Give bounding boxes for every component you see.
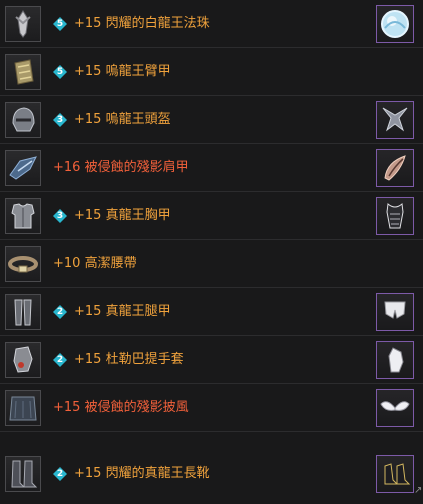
gem-slot-badge: 3	[53, 209, 67, 223]
corset-icon[interactable]	[376, 197, 414, 235]
heels-icon[interactable]	[376, 455, 414, 493]
gem-slot-badge: 2	[53, 305, 67, 319]
leg-armor-icon[interactable]	[5, 294, 41, 330]
glove-icon[interactable]	[376, 341, 414, 379]
item-name: +10 高潔腰帶	[53, 256, 137, 271]
gem-count: 2	[56, 355, 64, 365]
gem-slot-badge: 2	[53, 353, 67, 367]
equipment-row-legs[interactable]: 2 +15 真龍王腿甲	[0, 288, 423, 336]
equipment-row-cloak[interactable]: +15 被侵蝕的殘影披風	[0, 384, 423, 432]
horned-helmet-icon[interactable]	[376, 101, 414, 139]
shorts-icon[interactable]	[376, 293, 414, 331]
gauntlet-icon[interactable]	[5, 342, 41, 378]
equipment-row-gloves[interactable]: 2 +15 杜勒巴提手套	[0, 336, 423, 384]
equipment-row-weapon-accessory[interactable]: 5 +15 閃耀的白龍王法珠	[0, 0, 423, 48]
gem-count: 3	[56, 115, 64, 125]
equipment-row-boots[interactable]: 2 +15 閃耀的真龍王長靴	[0, 432, 423, 504]
helmet-icon[interactable]	[5, 102, 41, 138]
equipment-row-bracer[interactable]: 5 +15 嗚龍王臂甲	[0, 48, 423, 96]
equipment-row-belt[interactable]: +10 高潔腰帶	[0, 240, 423, 288]
boots-icon[interactable]	[5, 456, 41, 492]
gem-count: 2	[56, 469, 64, 479]
item-name: +15 被侵蝕的殘影披風	[53, 400, 189, 415]
bracer-icon[interactable]	[5, 54, 41, 90]
equipment-row-shoulder[interactable]: +16 被侵蝕的殘影肩甲	[0, 144, 423, 192]
necklace-icon[interactable]	[5, 6, 41, 42]
gem-count: 5	[56, 67, 64, 77]
equipment-row-chest[interactable]: 3 +15 真龍王胸甲	[0, 192, 423, 240]
item-name: +15 嗚龍王頭盔	[74, 112, 171, 127]
item-name: +15 嗚龍王臂甲	[74, 64, 171, 79]
gem-count: 5	[56, 19, 64, 29]
chest-armor-icon[interactable]	[5, 198, 41, 234]
gem-slot-badge: 2	[53, 467, 67, 481]
equipment-list-panel: 5 +15 閃耀的白龍王法珠 5 +15 嗚龍王臂甲 3 +15 嗚龍王頭盔 +…	[0, 0, 423, 504]
item-name: +15 真龍王腿甲	[74, 304, 171, 319]
item-name: +15 杜勒巴提手套	[74, 352, 184, 367]
gem-slot-badge: 3	[53, 113, 67, 127]
wings-icon[interactable]	[376, 389, 414, 427]
orb-icon[interactable]	[376, 5, 414, 43]
item-name: +15 閃耀的真龍王長靴	[74, 466, 210, 481]
corner-indicator: ↗	[414, 485, 423, 496]
feather-shoulder-icon[interactable]	[376, 149, 414, 187]
belt-icon[interactable]	[5, 246, 41, 282]
gem-slot-badge: 5	[53, 65, 67, 79]
gem-count: 3	[56, 211, 64, 221]
item-name: +15 真龍王胸甲	[74, 208, 171, 223]
gem-slot-badge: 5	[53, 17, 67, 31]
shoulder-armor-icon[interactable]	[5, 150, 41, 186]
cloak-icon[interactable]	[5, 390, 41, 426]
gem-count: 2	[56, 307, 64, 317]
item-name: +15 閃耀的白龍王法珠	[74, 16, 210, 31]
item-name: +16 被侵蝕的殘影肩甲	[53, 160, 189, 175]
equipment-row-helmet[interactable]: 3 +15 嗚龍王頭盔	[0, 96, 423, 144]
